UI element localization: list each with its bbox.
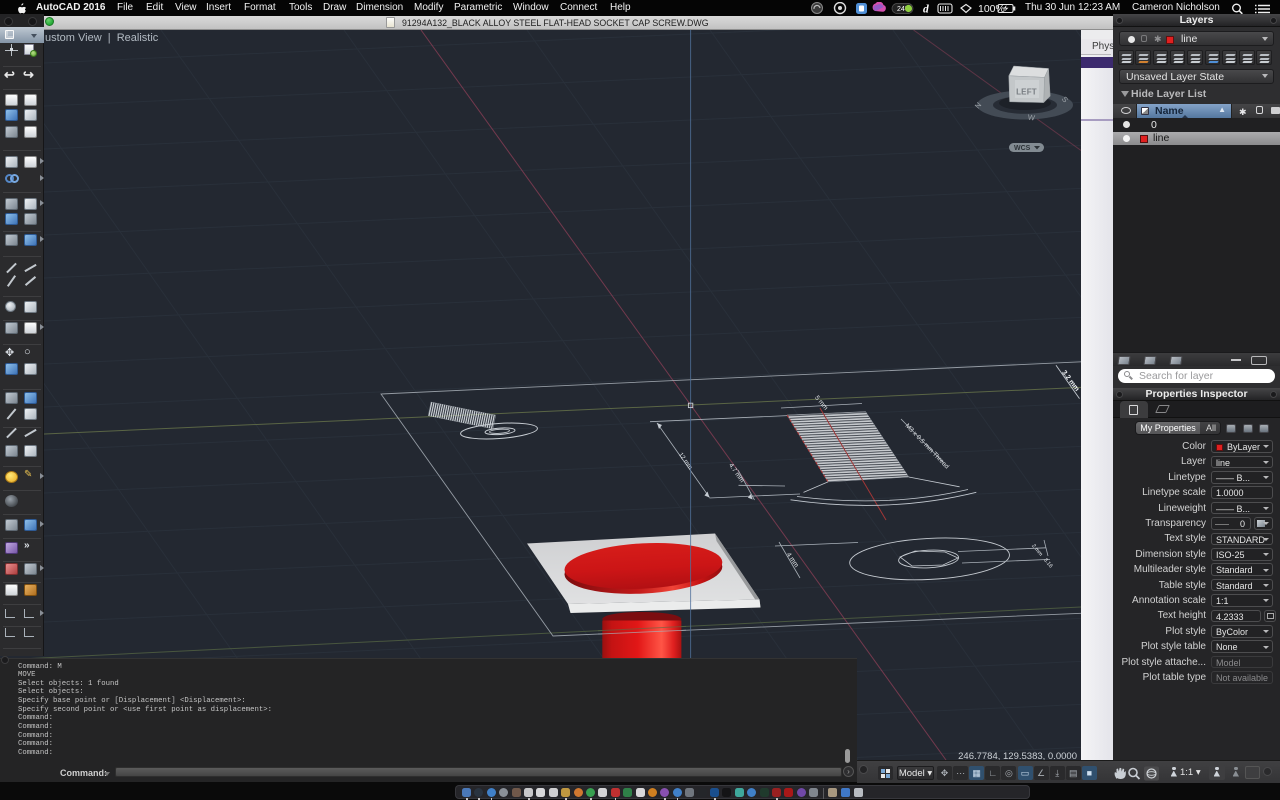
svg-text:3.2 mm: 3.2 mm xyxy=(1060,369,1080,392)
svg-text:3.16: 3.16 xyxy=(1042,557,1053,569)
svg-text:2 mm: 2 mm xyxy=(1030,543,1044,558)
svg-text:4.7 mm: 4.7 mm xyxy=(727,462,745,484)
svg-text:LEFT: LEFT xyxy=(1016,88,1037,97)
svg-text:M3 x 0.5 mm Thread: M3 x 0.5 mm Thread xyxy=(904,423,951,471)
svg-text:246.7784, 129.5383, 0.0000: 246.7784, 129.5383, 0.0000 xyxy=(958,751,1077,760)
svg-text:d: d xyxy=(923,4,929,16)
svg-text:WCS: WCS xyxy=(1014,145,1031,152)
